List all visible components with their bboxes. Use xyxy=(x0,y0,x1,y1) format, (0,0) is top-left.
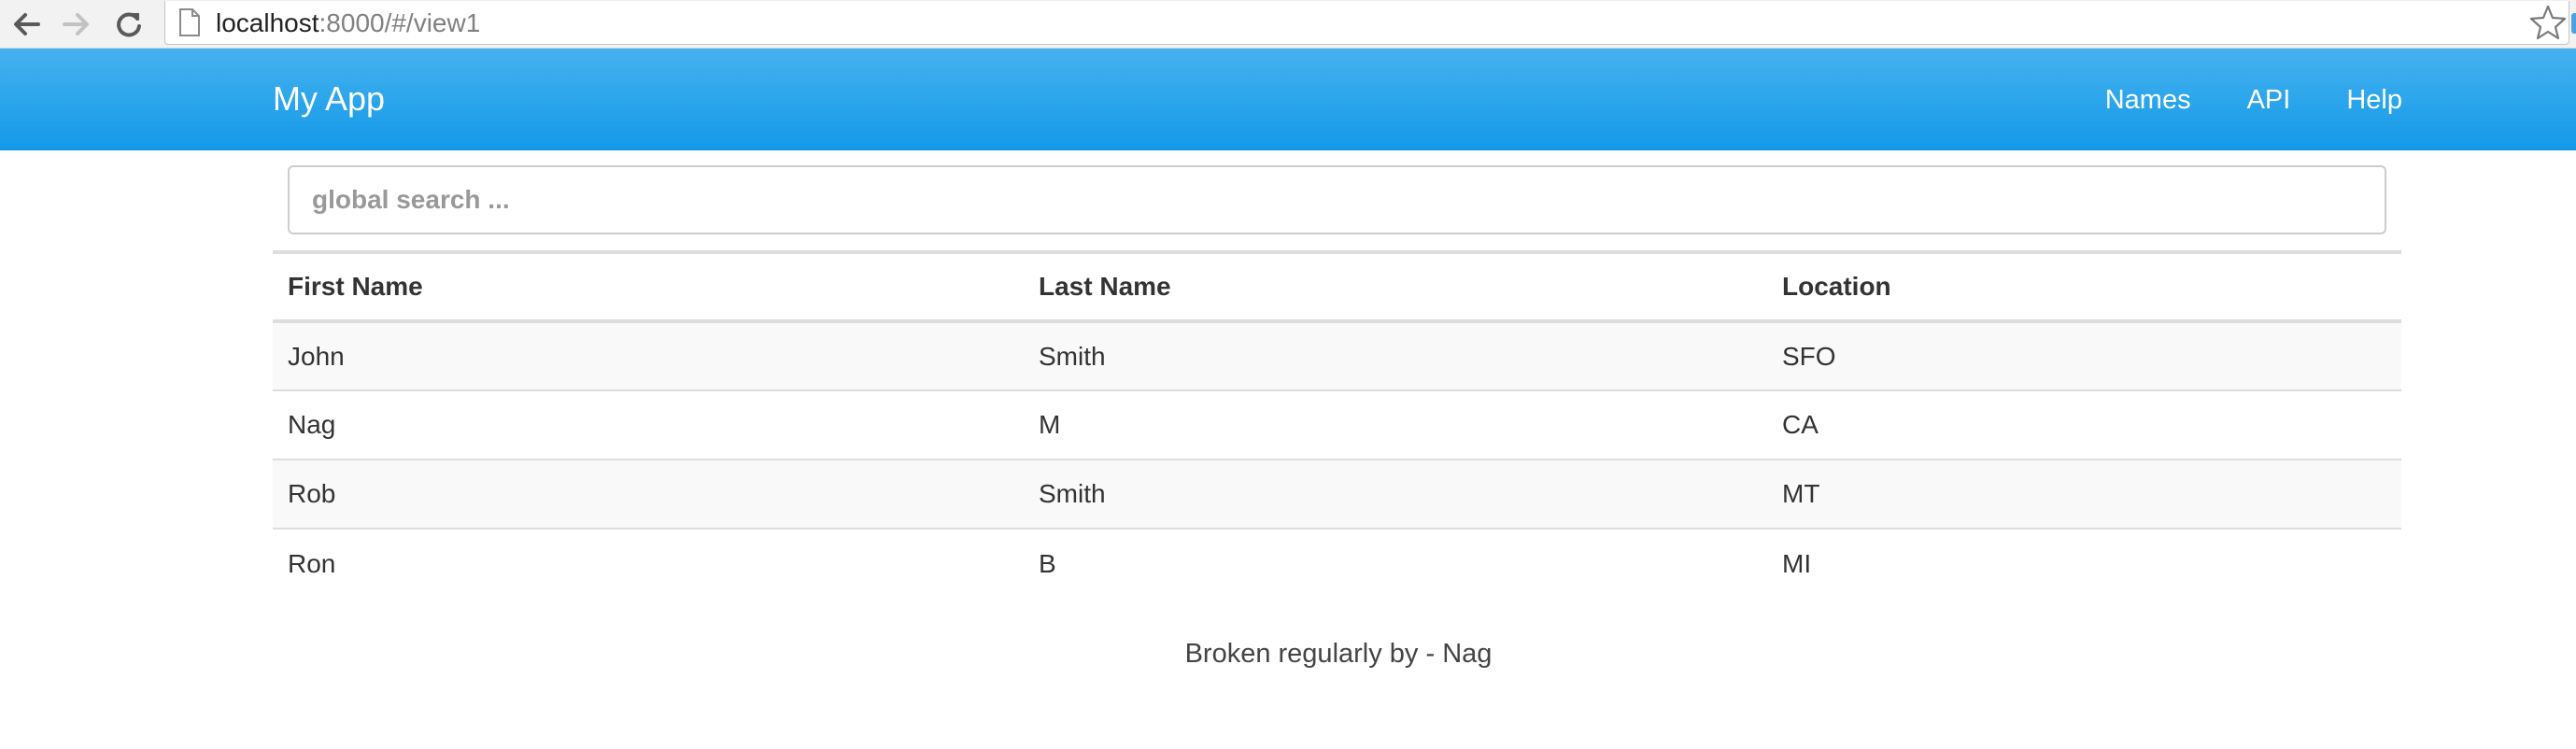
nav-link-names[interactable]: Names xyxy=(2105,84,2191,116)
cell-last-name: B xyxy=(1039,548,1056,578)
table-row[interactable]: Ron B MI xyxy=(273,529,2401,598)
cell-first-name: Ron xyxy=(288,548,336,578)
cell-location: CA xyxy=(1767,390,2401,460)
names-table: First Name Last Name Location John Smith… xyxy=(273,250,2401,598)
table-row[interactable]: John Smith SFO xyxy=(273,321,2401,391)
footer: Broken regularly by - Nag xyxy=(0,639,2576,670)
table-header-row: First Name Last Name Location xyxy=(273,252,2401,323)
nav-links: Names API Help xyxy=(2049,84,2402,116)
browser-toolbar: localhost:8000/#/view1 xyxy=(0,0,2576,49)
reload-button[interactable] xyxy=(110,6,148,43)
cell-first-name: Rob xyxy=(273,459,1024,530)
cell-last-name: Smith xyxy=(1024,321,1767,391)
cell-last-name: M xyxy=(1024,390,1767,460)
forward-arrow-icon xyxy=(63,13,89,35)
footer-text: Broken regularly by - Nag xyxy=(1184,639,1493,669)
nav-link-help[interactable]: Help xyxy=(2346,84,2402,116)
forward-button[interactable] xyxy=(58,6,95,43)
column-header-first-name[interactable]: First Name xyxy=(273,252,1024,323)
back-arrow-icon xyxy=(14,13,40,35)
back-button[interactable] xyxy=(7,6,45,43)
extension-edge xyxy=(2571,13,2576,34)
cell-location: MI xyxy=(1782,548,1812,578)
cell-location: SFO xyxy=(1767,321,2401,391)
cell-location: MT xyxy=(1767,459,2401,530)
url-path: :8000/#/view1 xyxy=(318,8,481,37)
table-row[interactable]: Rob Smith MT xyxy=(273,459,2401,530)
url-text[interactable]: localhost:8000/#/view1 xyxy=(216,8,480,38)
reload-icon xyxy=(117,12,141,37)
column-header-location[interactable]: Location xyxy=(1767,252,2401,323)
app-navbar: My App Names API Help xyxy=(0,49,2576,150)
column-header-last-name[interactable]: Last Name xyxy=(1024,252,1767,323)
cell-last-name: Smith xyxy=(1024,459,1767,530)
cell-first-name: John xyxy=(273,321,1024,391)
cell-first-name: Nag xyxy=(273,390,1024,460)
global-search-input[interactable] xyxy=(288,165,2386,234)
page-icon xyxy=(179,8,200,36)
table-row[interactable]: Nag M CA xyxy=(273,390,2401,460)
nav-link-api[interactable]: API xyxy=(2247,84,2291,116)
url-host: localhost xyxy=(216,8,319,37)
brand-title[interactable]: My App xyxy=(273,80,385,118)
address-bar[interactable]: localhost:8000/#/view1 xyxy=(164,1,2569,45)
star-icon[interactable] xyxy=(2529,5,2567,40)
